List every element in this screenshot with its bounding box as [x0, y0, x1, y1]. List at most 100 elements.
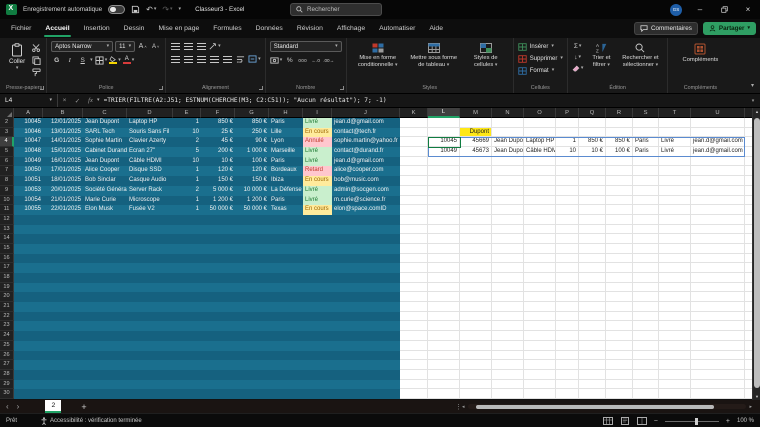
cell-U9[interactable] [691, 185, 745, 196]
cell-I16[interactable] [303, 253, 332, 264]
enter-icon[interactable]: ✓ [71, 97, 84, 105]
cell-K6[interactable] [400, 156, 428, 167]
cell-Q12[interactable] [579, 214, 606, 225]
cell-B19[interactable] [43, 282, 83, 293]
cell-B7[interactable]: 17/01/2025 [43, 166, 83, 177]
cell-Q28[interactable] [579, 369, 606, 380]
row-header-24[interactable]: 24 [0, 331, 14, 341]
cell-S22[interactable] [633, 311, 659, 322]
horizontal-scroll-thumb[interactable] [475, 404, 714, 409]
row-header-30[interactable]: 30 [0, 389, 14, 399]
cell-T8[interactable] [659, 176, 691, 186]
cell-S20[interactable] [633, 292, 659, 303]
cell-P9[interactable] [556, 185, 579, 196]
cell-I17[interactable] [303, 263, 332, 273]
cell-R2[interactable] [606, 118, 633, 128]
cell-N5[interactable]: Jean Dupont [492, 147, 524, 157]
cell-D3[interactable]: Souris Sans Fil [127, 127, 173, 138]
cell-Q9[interactable] [579, 185, 606, 196]
row-header-11[interactable]: 11 [0, 205, 14, 215]
clear-button[interactable]: ▾ [572, 63, 583, 73]
cell-B18[interactable] [43, 273, 83, 283]
cell-D8[interactable]: Casque Audio [127, 176, 173, 186]
cell-E3[interactable]: 10 [173, 127, 201, 138]
cell-U23[interactable] [691, 321, 745, 332]
cell-I29[interactable] [303, 379, 332, 390]
cell-H7[interactable]: Bordeaux [269, 166, 303, 177]
cell-E5[interactable]: 5 [173, 147, 201, 157]
cell-S3[interactable] [633, 127, 659, 138]
cell-Q25[interactable] [579, 340, 606, 351]
cell-G22[interactable] [235, 311, 269, 322]
format-painter-button[interactable] [31, 67, 42, 77]
cell-A22[interactable] [14, 311, 43, 322]
cell-I3[interactable]: En cours [303, 127, 332, 138]
cell-R9[interactable] [606, 185, 633, 196]
cell-C6[interactable]: Jean Dupont [83, 156, 127, 167]
cell-J22[interactable] [332, 311, 400, 322]
cell-H25[interactable] [269, 340, 303, 351]
cell-J24[interactable] [332, 331, 400, 341]
cell-L6[interactable] [428, 156, 460, 167]
cell-I11[interactable]: En cours [303, 205, 332, 215]
comments-button[interactable]: Commentaires [633, 22, 698, 35]
cell-T29[interactable] [659, 379, 691, 390]
column-header-K[interactable]: K [400, 108, 428, 118]
cell-K23[interactable] [400, 321, 428, 332]
cell-S19[interactable] [633, 282, 659, 293]
cell-I23[interactable] [303, 321, 332, 332]
cell-R22[interactable] [606, 311, 633, 322]
cell-M30[interactable] [460, 389, 492, 399]
conditional-formatting-button[interactable]: Mise en forme conditionnelle ▾ [351, 41, 405, 70]
cell-K20[interactable] [400, 292, 428, 303]
cell-O23[interactable] [524, 321, 556, 332]
row-header-4[interactable]: 4 [0, 137, 14, 148]
cell-J25[interactable] [332, 340, 400, 351]
cell-T7[interactable] [659, 166, 691, 177]
column-header-T[interactable]: T [659, 108, 691, 118]
addins-button[interactable]: Compléments [672, 41, 728, 66]
cell-A13[interactable] [14, 224, 43, 235]
cell-R21[interactable] [606, 302, 633, 312]
cell-G2[interactable]: 850 € [235, 118, 269, 128]
cell-D2[interactable]: Laptop HP [127, 118, 173, 128]
cell-J13[interactable] [332, 224, 400, 235]
share-button[interactable]: Partager ▾ [702, 22, 756, 35]
cell-Q10[interactable] [579, 195, 606, 206]
cell-B10[interactable]: 21/01/2025 [43, 195, 83, 206]
cell-F26[interactable] [201, 350, 235, 361]
cell-A11[interactable]: 10055 [14, 205, 43, 215]
zoom-slider-knob[interactable] [694, 417, 698, 425]
cell-O10[interactable] [524, 195, 556, 206]
row-header-18[interactable]: 18 [0, 273, 14, 283]
column-header-P[interactable]: P [556, 108, 579, 118]
cell-A23[interactable] [14, 321, 43, 332]
cell-T23[interactable] [659, 321, 691, 332]
cell-P10[interactable] [556, 195, 579, 206]
cell-Q2[interactable] [579, 118, 606, 128]
cell-E17[interactable] [173, 263, 201, 273]
fill-color-button[interactable]: ▾ [109, 55, 121, 65]
vertical-scrollbar[interactable]: ▲ ▼ [752, 108, 760, 400]
cell-U10[interactable] [691, 195, 745, 206]
cell-N22[interactable] [492, 311, 524, 322]
cell-L12[interactable] [428, 214, 460, 225]
cell-O14[interactable] [524, 234, 556, 244]
cell-K12[interactable] [400, 214, 428, 225]
cell-A24[interactable] [14, 331, 43, 341]
row-header-16[interactable]: 16 [0, 253, 14, 264]
cell-P16[interactable] [556, 253, 579, 264]
cell-R5[interactable]: 100 € [606, 147, 633, 157]
cell-O9[interactable] [524, 185, 556, 196]
cell-U12[interactable] [691, 214, 745, 225]
cell-J7[interactable]: alice@cooper.com [332, 166, 400, 177]
cell-O4[interactable]: Laptop HP [524, 137, 556, 148]
cell-N16[interactable] [492, 253, 524, 264]
cell-L2[interactable] [428, 118, 460, 128]
cell-A4[interactable]: 10047 [14, 137, 43, 148]
cell-Q4[interactable]: 850 € [579, 137, 606, 148]
cell-K19[interactable] [400, 282, 428, 293]
cell-D26[interactable] [127, 350, 173, 361]
cell-J16[interactable] [332, 253, 400, 264]
cell-J30[interactable] [332, 389, 400, 399]
